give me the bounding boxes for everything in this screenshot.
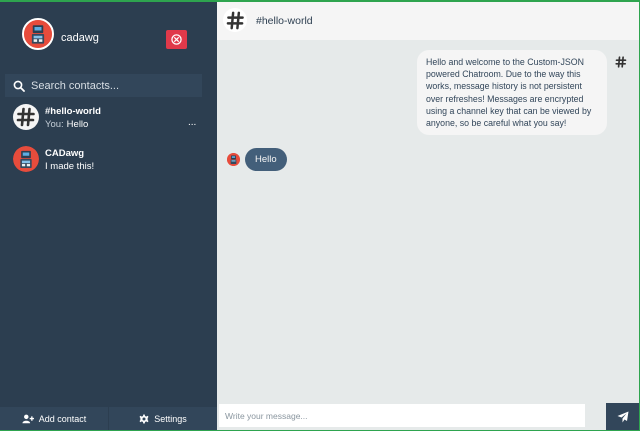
chat-panel: #hello-world Hello and welcome to the Cu…: [217, 2, 639, 430]
preview-text: Hello: [66, 119, 89, 130]
hash-icon: [13, 104, 39, 130]
preview-prefix: You:: [45, 119, 64, 130]
hash-icon: [223, 8, 247, 32]
search-input[interactable]: [31, 79, 191, 92]
message-composer: [217, 403, 639, 430]
search-box: [5, 74, 202, 97]
contact-preview: I made this!: [45, 161, 95, 172]
profile-header: cadawg: [0, 2, 217, 72]
chat-header: #hello-world: [217, 2, 639, 40]
add-contact-label: Add contact: [38, 413, 87, 424]
contact-name: #hello-world: [45, 106, 101, 117]
search-icon: [13, 80, 25, 92]
profile-username: cadawg: [61, 32, 99, 44]
message-sent: Hello: [245, 148, 287, 171]
more-options-icon[interactable]: ...: [188, 117, 196, 128]
robot-avatar-icon[interactable]: [22, 18, 54, 50]
robot-avatar-icon: [13, 146, 39, 172]
gear-icon: [139, 414, 149, 423]
sidebar: cadawg #hello-world You:Hello: [0, 2, 217, 430]
contact-item-cadawg[interactable]: CADawg I made this!: [0, 142, 217, 182]
send-button[interactable]: [606, 403, 639, 430]
robot-avatar-icon: [227, 153, 240, 166]
settings-button[interactable]: Settings: [108, 407, 217, 430]
close-circle-icon: [171, 34, 182, 45]
app-window: cadawg #hello-world You:Hello: [0, 0, 640, 431]
paper-plane-icon: [617, 411, 628, 422]
contact-preview: You: Hello: [45, 119, 88, 130]
sidebar-bottom-bar: Add contact Settings: [0, 407, 217, 430]
message-received: Hello and welcome to the Custom-JSON pow…: [417, 50, 607, 136]
message-input[interactable]: [219, 404, 585, 427]
logout-button[interactable]: [166, 30, 187, 49]
contact-item-hello-world[interactable]: #hello-world You: Hello ...: [0, 100, 217, 140]
settings-label: Settings: [154, 413, 187, 424]
contact-name: CADawg: [45, 148, 85, 159]
chat-title: #hello-world: [256, 15, 313, 27]
hash-icon: [613, 54, 629, 70]
add-contact-button[interactable]: Add contact: [0, 407, 108, 430]
user-plus-icon: [22, 414, 34, 423]
